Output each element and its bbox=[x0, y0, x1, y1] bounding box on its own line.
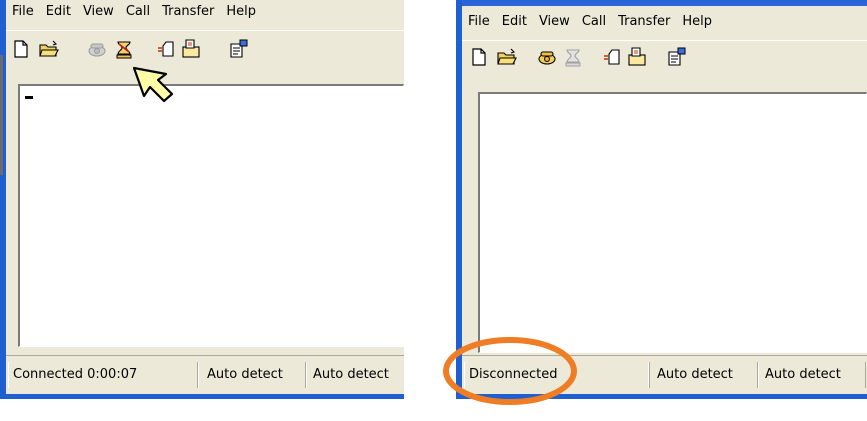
menu-bar: File Edit View Call Transfer Help bbox=[462, 10, 867, 34]
toolbar bbox=[6, 30, 404, 67]
text-cursor bbox=[25, 96, 33, 99]
menu-bar: File Edit View Call Transfer Help bbox=[6, 0, 404, 24]
status-bar: Connected 0:00:07 Auto detect Auto detec… bbox=[6, 355, 404, 394]
pointer-arrow-icon bbox=[132, 66, 174, 103]
menu-view[interactable]: View bbox=[533, 10, 576, 34]
status-connection: Connected 0:00:07 bbox=[8, 362, 198, 388]
open-folder-icon[interactable] bbox=[38, 38, 60, 60]
menu-help[interactable]: Help bbox=[220, 0, 262, 24]
properties-icon[interactable] bbox=[228, 38, 250, 60]
new-document-icon[interactable] bbox=[10, 38, 32, 60]
receive-icon[interactable] bbox=[626, 46, 648, 68]
disconnect-icon[interactable] bbox=[562, 46, 584, 68]
menu-file[interactable]: File bbox=[462, 10, 496, 34]
toolbar bbox=[462, 40, 867, 77]
status-auto-detect-2: Auto detect bbox=[306, 362, 404, 388]
send-icon[interactable] bbox=[156, 38, 178, 60]
window-connected: File Edit View Call Transfer Help Connec… bbox=[0, 0, 404, 399]
menu-transfer[interactable]: Transfer bbox=[612, 10, 676, 34]
highlight-circle-icon bbox=[443, 337, 577, 405]
new-document-icon[interactable] bbox=[468, 46, 490, 68]
terminal-area[interactable] bbox=[478, 92, 867, 353]
send-icon[interactable] bbox=[602, 46, 624, 68]
open-folder-icon[interactable] bbox=[496, 46, 518, 68]
menu-file[interactable]: File bbox=[6, 0, 40, 24]
menu-call[interactable]: Call bbox=[576, 10, 612, 34]
menu-help[interactable]: Help bbox=[676, 10, 718, 34]
status-auto-detect-1: Auto detect bbox=[198, 362, 306, 388]
call-icon[interactable] bbox=[536, 46, 558, 68]
background-window-edge bbox=[0, 55, 3, 175]
status-auto-detect-2: Auto detect bbox=[758, 362, 866, 388]
menu-transfer[interactable]: Transfer bbox=[156, 0, 220, 24]
menu-call[interactable]: Call bbox=[120, 0, 156, 24]
window-frame-bottom bbox=[0, 394, 404, 399]
menu-view[interactable]: View bbox=[77, 0, 120, 24]
window-client-area: File Edit View Call Transfer Help bbox=[6, 0, 404, 394]
status-auto-detect-1: Auto detect bbox=[648, 362, 758, 388]
menu-edit[interactable]: Edit bbox=[496, 10, 533, 34]
properties-icon[interactable] bbox=[666, 46, 688, 68]
terminal-area[interactable] bbox=[18, 84, 404, 347]
receive-icon[interactable] bbox=[180, 38, 202, 60]
call-icon[interactable] bbox=[86, 38, 108, 60]
menu-edit[interactable]: Edit bbox=[40, 0, 77, 24]
disconnect-icon[interactable] bbox=[113, 38, 135, 60]
